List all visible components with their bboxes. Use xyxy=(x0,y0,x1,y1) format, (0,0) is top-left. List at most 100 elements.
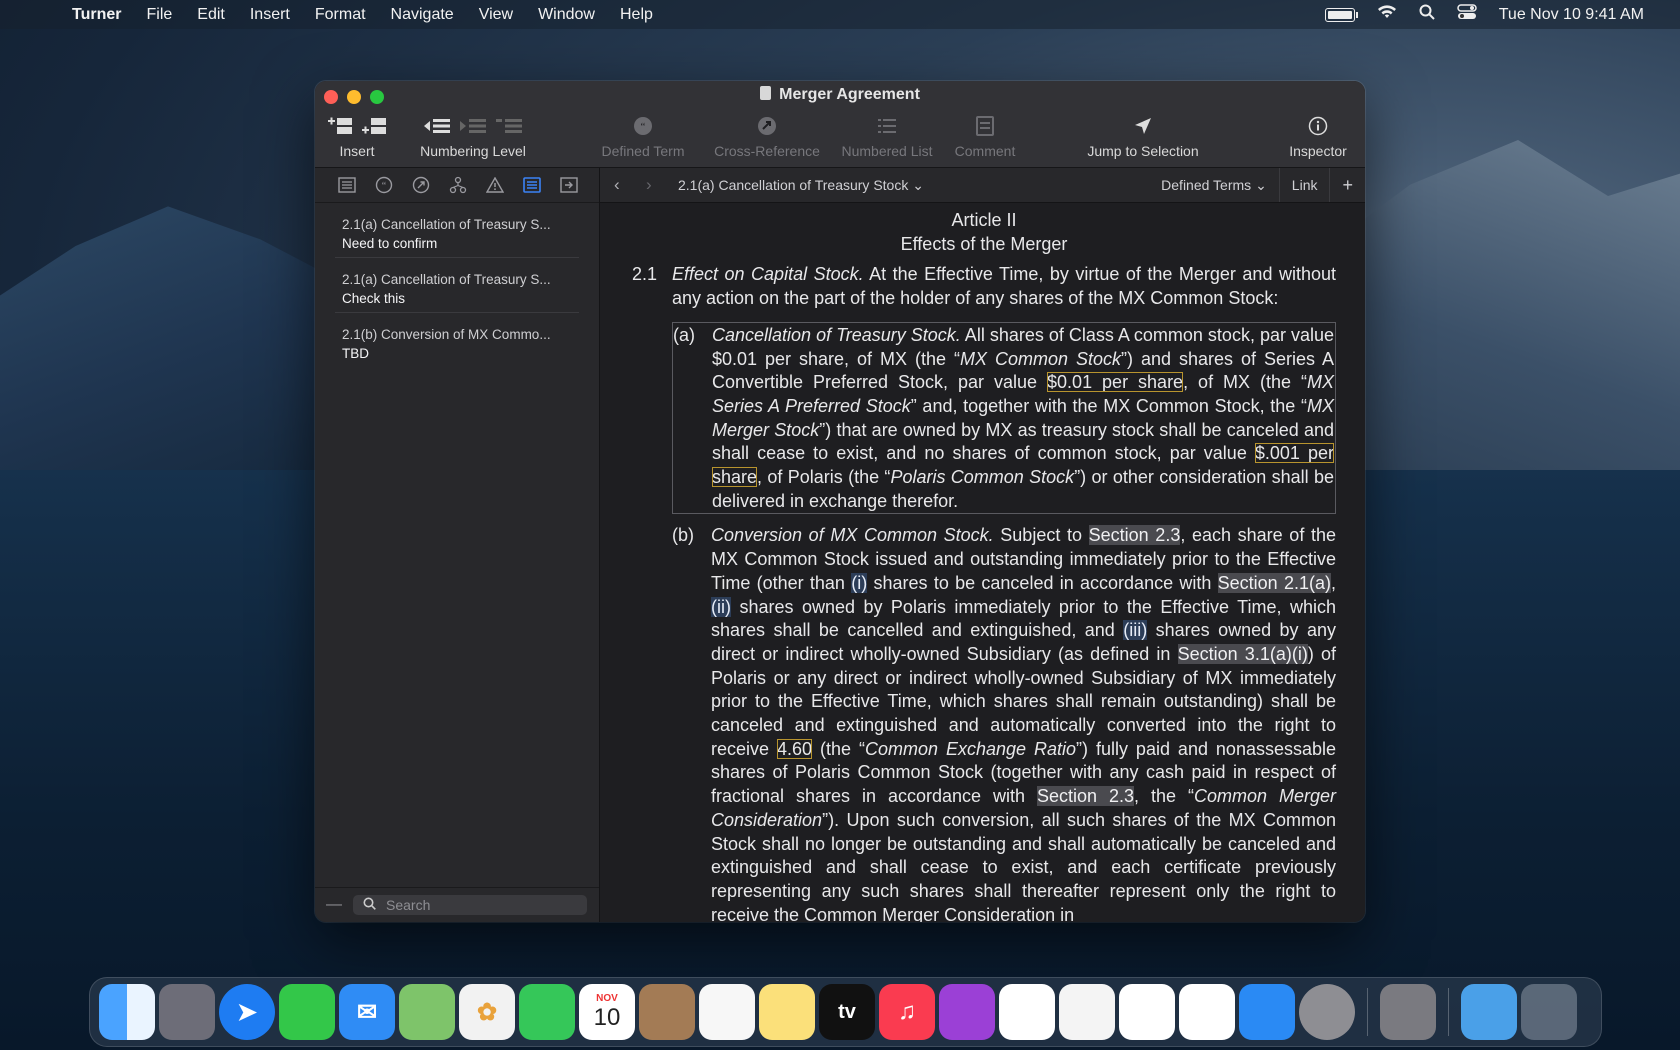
calendar-day: 10 xyxy=(593,1003,621,1031)
jump-to-selection-button[interactable]: Jump to Selection xyxy=(1080,113,1206,159)
dock-podcasts-icon[interactable] xyxy=(939,984,995,1040)
dock-numbers-icon[interactable] xyxy=(1119,984,1175,1040)
comments-tab-icon[interactable] xyxy=(521,175,543,195)
defined-term[interactable]: Polaris Common Stock xyxy=(890,467,1074,487)
dock-separator xyxy=(1367,988,1368,1036)
forward-chevron-icon[interactable]: › xyxy=(646,175,664,195)
section-breadcrumb[interactable]: 2.1(a) Cancellation of Treasury Stock ⌄ xyxy=(678,177,924,194)
menu-help[interactable]: Help xyxy=(620,6,653,24)
comment-list-item[interactable]: 2.1(a) Cancellation of Treasury S... Nee… xyxy=(335,203,579,258)
paragraph-text: Cancellation of Treasury Stock. All shar… xyxy=(712,324,1335,511)
cross-reference[interactable]: Section 2.3 xyxy=(1036,786,1135,807)
window-titlebar: Merger Agreement Insert Numbering Level … xyxy=(315,81,1365,168)
link-button[interactable]: Link xyxy=(1278,168,1330,202)
cross-reference[interactable]: Section 2.1(a) xyxy=(1217,572,1331,593)
warnings-tab-icon[interactable] xyxy=(484,175,506,195)
dock-trash-icon[interactable] xyxy=(1521,984,1577,1040)
defined-term-button[interactable]: “ Defined Term xyxy=(595,113,691,159)
numbered-list-button[interactable]: Numbered List xyxy=(835,113,939,159)
cross-reference[interactable]: Section 3.1(a)(i) xyxy=(1177,643,1308,664)
paragraph-a[interactable]: (a) Cancellation of Treasury Stock. All … xyxy=(672,321,1336,515)
value-highlight[interactable]: $0.01 per share xyxy=(1047,372,1184,393)
menu-file[interactable]: File xyxy=(146,6,172,24)
wifi-icon[interactable] xyxy=(1377,4,1397,25)
add-button[interactable]: + xyxy=(1329,168,1365,202)
dock-calendar-icon[interactable]: NOV 10 xyxy=(579,984,635,1040)
sidebar-tabs: “ xyxy=(315,168,599,203)
comment-list-item[interactable]: 2.1(b) Conversion of MX Commo... TBD xyxy=(335,313,579,367)
comment-button[interactable]: Comment xyxy=(945,113,1025,159)
dock-finder-icon[interactable] xyxy=(99,984,155,1040)
menu-clock[interactable]: Tue Nov 10 9:41 AM xyxy=(1499,6,1644,24)
defined-terms-popup[interactable]: Defined Terms ⌄ xyxy=(1149,168,1279,202)
remove-comment-button[interactable]: — xyxy=(315,896,353,914)
dock-separator xyxy=(1448,988,1449,1036)
hierarchy-tab-icon[interactable] xyxy=(447,175,469,195)
list-marker[interactable]: (i) xyxy=(851,572,868,593)
dock-music-icon[interactable]: ♫ xyxy=(879,984,935,1040)
list-marker[interactable]: (ii) xyxy=(711,596,731,617)
menu-navigate[interactable]: Navigate xyxy=(391,6,454,24)
location-arrow-icon xyxy=(1135,118,1151,134)
dock-turner-icon[interactable] xyxy=(1380,984,1436,1040)
numbering-level-button[interactable]: Numbering Level xyxy=(411,113,535,159)
defined-term[interactable]: Common Exchange Ratio xyxy=(865,739,1076,759)
dock-maps-icon[interactable] xyxy=(399,984,455,1040)
menu-format[interactable]: Format xyxy=(315,6,366,24)
outline-tab-icon[interactable] xyxy=(336,175,358,195)
search-input[interactable]: Search xyxy=(353,895,587,915)
document-editor[interactable]: Article II Effects of the Merger 2.1 Eff… xyxy=(600,203,1365,922)
control-center-icon[interactable] xyxy=(1456,4,1477,25)
defined-term[interactable]: MX Common Stock xyxy=(960,349,1121,369)
demote-icon xyxy=(496,119,522,133)
dock-notes-icon[interactable] xyxy=(759,984,815,1040)
insert-label: Insert xyxy=(339,143,375,159)
menu-window[interactable]: Window xyxy=(538,6,595,24)
defined-terms-tab-icon[interactable]: “ xyxy=(373,175,395,195)
dock-keynote-icon[interactable] xyxy=(1059,984,1115,1040)
comment-location: 2.1(a) Cancellation of Treasury S... xyxy=(342,272,551,287)
dock-safari-icon[interactable]: ➤ xyxy=(219,984,275,1040)
cross-reference-label: Cross-Reference xyxy=(714,143,820,159)
paragraph-label: (b) xyxy=(672,525,694,546)
dock-news-icon[interactable] xyxy=(999,984,1055,1040)
cross-reference[interactable]: Section 2.3 xyxy=(1088,525,1181,546)
value-highlight[interactable]: 4.60 xyxy=(777,738,813,759)
inspector-button[interactable]: Inspector xyxy=(1283,113,1353,159)
battery-icon[interactable] xyxy=(1324,7,1358,22)
paragraph-b[interactable]: (b) Conversion of MX Common Stock. Subje… xyxy=(672,524,1336,922)
document-icon xyxy=(760,86,772,100)
dock-reminders-icon[interactable] xyxy=(699,984,755,1040)
section-heading: Effect on Capital Stock. xyxy=(672,264,864,285)
menu-insert[interactable]: Insert xyxy=(250,6,290,24)
dock-launchpad-icon[interactable] xyxy=(159,984,215,1040)
dock-app-store-icon[interactable] xyxy=(1239,984,1295,1040)
dock-facetime-icon[interactable] xyxy=(519,984,575,1040)
defined-terms-label: Defined Terms xyxy=(1161,177,1252,193)
dock-contacts-icon[interactable] xyxy=(639,984,695,1040)
sidebar-footer: — Search xyxy=(315,887,599,922)
dock-system-preferences-icon[interactable] xyxy=(1299,984,1355,1040)
dock-messages-icon[interactable] xyxy=(279,984,335,1040)
dock-pages-icon[interactable] xyxy=(1179,984,1235,1040)
back-chevron-icon[interactable]: ‹ xyxy=(614,175,632,195)
chevron-down-icon: ⌄ xyxy=(1255,176,1267,193)
menu-edit[interactable]: Edit xyxy=(197,6,225,24)
menu-app-name[interactable]: Turner xyxy=(72,6,121,24)
insert-button[interactable]: Insert xyxy=(325,113,389,159)
tv-label: tv xyxy=(838,1000,856,1023)
dock-downloads-folder-icon[interactable] xyxy=(1461,984,1517,1040)
dock-tv-icon[interactable]: tv xyxy=(819,984,875,1040)
list-marker[interactable]: (iii) xyxy=(1123,620,1148,641)
menu-view[interactable]: View xyxy=(479,6,513,24)
dock-photos-icon[interactable]: ✿ xyxy=(459,984,515,1040)
paragraph-text: Conversion of MX Common Stock. Subject t… xyxy=(711,525,1337,922)
comment-list-item[interactable]: 2.1(a) Cancellation of Treasury S... Che… xyxy=(335,258,579,313)
jump-to-selection-label: Jump to Selection xyxy=(1087,143,1199,159)
spotlight-search-icon[interactable] xyxy=(1419,4,1435,25)
export-tab-icon[interactable] xyxy=(558,175,580,195)
cross-reference-icon xyxy=(758,117,776,135)
dock-mail-icon[interactable]: ✉ xyxy=(339,984,395,1040)
cross-reference-button[interactable]: Cross-Reference xyxy=(705,113,829,159)
cross-references-tab-icon[interactable] xyxy=(410,175,432,195)
